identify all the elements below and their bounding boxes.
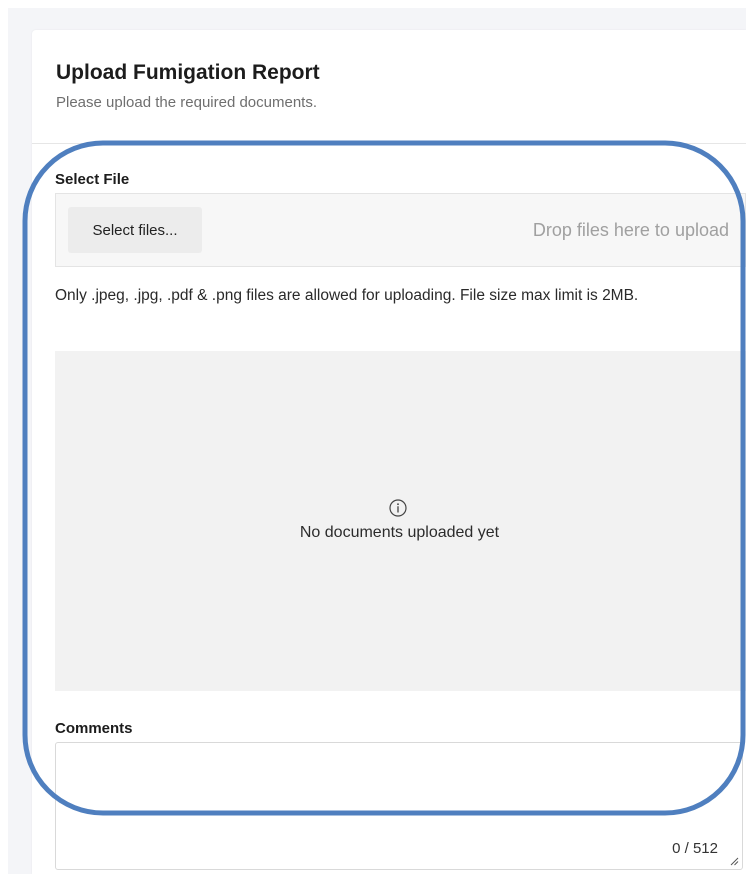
resize-handle-icon[interactable] xyxy=(729,856,739,866)
select-files-button[interactable]: Select files... xyxy=(68,207,202,253)
card-header: Upload Fumigation Report Please upload t… xyxy=(32,30,746,144)
file-drop-zone[interactable]: Select files... Drop files here to uploa… xyxy=(55,193,746,267)
page-title: Upload Fumigation Report xyxy=(56,61,320,84)
drop-files-hint: Drop files here to upload xyxy=(532,220,729,240)
character-counter: 0 / 512 xyxy=(672,840,718,857)
comments-textarea[interactable] xyxy=(56,743,742,869)
uploaded-documents-panel xyxy=(55,351,746,691)
select-file-label: Select File xyxy=(55,171,130,188)
page-subtitle: Please upload the required documents. xyxy=(56,94,318,111)
comments-field[interactable]: 0 / 512 xyxy=(55,742,743,870)
info-icon xyxy=(389,499,407,517)
comments-label: Comments xyxy=(55,720,133,737)
no-documents-message: No documents uploaded yet xyxy=(299,524,500,541)
file-type-note: Only .jpeg, .jpg, .pdf & .png files are … xyxy=(55,287,639,304)
